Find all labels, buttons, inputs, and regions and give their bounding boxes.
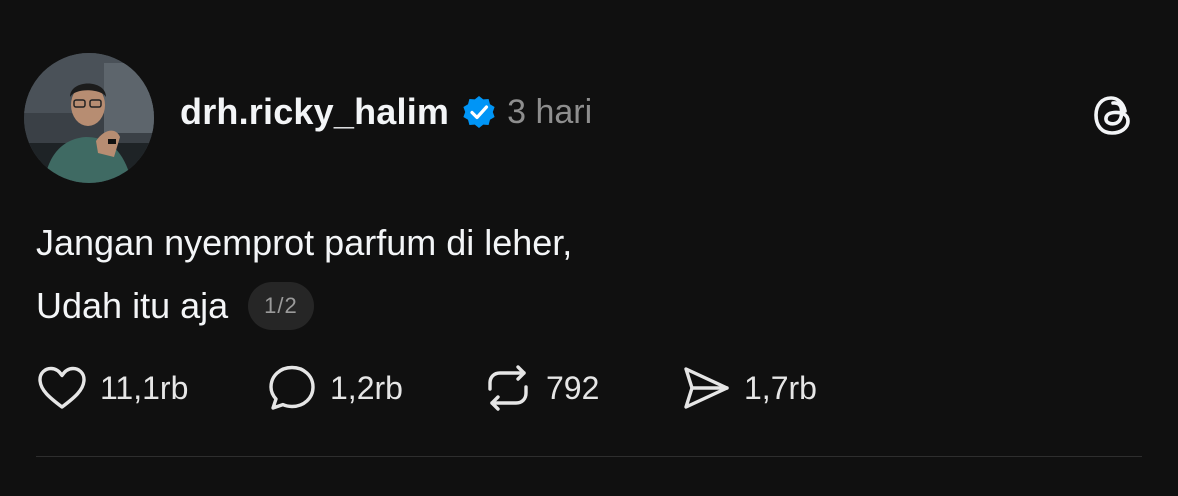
like-button[interactable]: 11,1rb <box>36 364 266 412</box>
username[interactable]: drh.ricky_halim <box>180 91 449 133</box>
page-indicator[interactable]: 1/2 <box>248 282 314 330</box>
thread-post: drh.ricky_halim 3 hari Jangan nyemprot p… <box>0 0 1178 496</box>
post-timestamp[interactable]: 3 hari <box>507 93 592 132</box>
post-text-line-2: Udah itu aja <box>36 285 229 326</box>
post-text-line-2-row: Udah itu aja 1/2 <box>36 282 314 330</box>
repost-count: 792 <box>546 369 600 406</box>
avatar-photo <box>24 53 154 183</box>
reply-count: 1,2rb <box>330 369 403 406</box>
threads-logo-icon[interactable] <box>1090 90 1138 140</box>
avatar[interactable] <box>24 53 154 183</box>
post-header: drh.ricky_halim 3 hari <box>180 88 592 136</box>
share-button[interactable]: 1,7rb <box>680 363 840 413</box>
divider <box>36 456 1142 457</box>
repost-button[interactable]: 792 <box>482 363 680 413</box>
action-bar: 11,1rb 1,2rb 792 1,7rb <box>36 360 840 416</box>
send-icon <box>680 363 732 413</box>
post-text-line-1: Jangan nyemprot parfum di leher, <box>36 222 573 263</box>
verified-badge-icon <box>461 94 497 130</box>
heart-icon <box>36 364 88 412</box>
repost-icon <box>482 363 534 413</box>
share-count: 1,7rb <box>744 369 817 406</box>
like-count: 11,1rb <box>100 369 189 406</box>
comment-bubble-icon <box>266 363 318 413</box>
reply-button[interactable]: 1,2rb <box>266 363 482 413</box>
